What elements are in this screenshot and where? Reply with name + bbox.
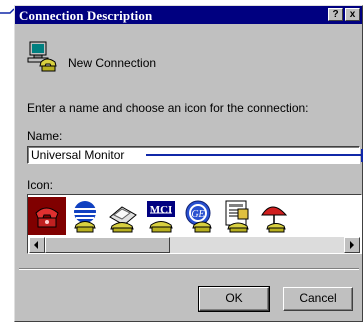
globe-phone-icon[interactable] xyxy=(66,197,104,235)
separator xyxy=(19,268,359,270)
umbrella-phone-icon[interactable] xyxy=(256,197,294,235)
arrow-left-icon xyxy=(34,241,38,249)
horizontal-scrollbar[interactable] xyxy=(29,237,360,253)
help-button[interactable]: ? xyxy=(328,8,343,21)
close-button[interactable]: x xyxy=(345,8,360,21)
mci-icon[interactable]: MCI xyxy=(142,197,180,235)
ok-button[interactable]: OK xyxy=(198,286,270,312)
svg-text:GE: GE xyxy=(191,209,204,220)
scroll-right-button[interactable] xyxy=(344,237,360,253)
dialog-title: Connection Description xyxy=(19,8,153,23)
instruction-text: Enter a name and choose an icon for the … xyxy=(27,101,309,115)
connection-description-dialog: Connection Description ? x New Connectio… xyxy=(14,5,363,322)
name-label: Name: xyxy=(27,129,63,143)
document-phone-icon[interactable] xyxy=(218,197,256,235)
icon-label: Icon: xyxy=(27,178,54,192)
title-bar[interactable]: Connection Description ? x xyxy=(15,6,362,24)
cancel-button[interactable]: Cancel xyxy=(283,287,353,311)
arrow-right-icon xyxy=(350,241,354,249)
annotation-arrow xyxy=(146,154,363,156)
name-input-value: Universal Monitor xyxy=(31,148,125,162)
scrollbar-thumb[interactable] xyxy=(45,237,170,253)
phone-red-icon[interactable] xyxy=(28,197,66,235)
scroll-left-button[interactable] xyxy=(29,237,45,253)
connection-name: New Connection xyxy=(68,56,157,70)
callout-line xyxy=(0,8,14,14)
icon-list[interactable]: MCI GE xyxy=(27,194,362,254)
ge-icon[interactable]: GE xyxy=(180,197,218,235)
svg-text:MCI: MCI xyxy=(150,204,173,216)
close-icon: x xyxy=(349,9,356,20)
connection-icon xyxy=(27,41,57,72)
fax-phone-icon[interactable] xyxy=(104,197,142,235)
